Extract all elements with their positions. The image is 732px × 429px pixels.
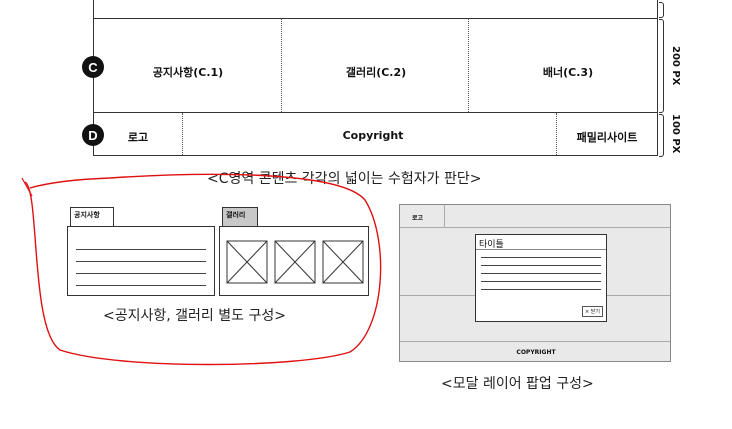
mock-copyright: COPYRIGHT [516, 349, 556, 356]
modal-text-line [481, 257, 601, 258]
modal-popup: 타이틀 × 닫기 [475, 234, 607, 322]
modal-mock: 로고 COPYRIGHT 타이틀 × 닫기 [399, 204, 671, 362]
modal-title-divider [476, 249, 606, 250]
mock-footer-divider [400, 341, 670, 342]
modal-text-line [481, 281, 601, 282]
modal-text-line [481, 289, 601, 290]
modal-text-line [481, 273, 601, 274]
modal-caption: <모달 레이어 팝업 구성> [441, 376, 594, 392]
modal-close-button[interactable]: × 닫기 [582, 306, 603, 317]
mock-logo: 로고 [412, 215, 424, 222]
mock-header-divider [400, 227, 670, 228]
modal-text-line [481, 265, 601, 266]
mock-logo-divider [444, 205, 445, 227]
